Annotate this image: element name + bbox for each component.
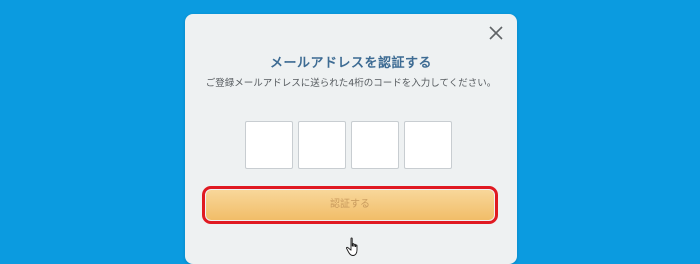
verify-button[interactable]: 認証する xyxy=(206,190,494,220)
close-icon xyxy=(489,26,503,40)
modal-title: メールアドレスを認証する xyxy=(269,56,432,71)
code-input-1[interactable] xyxy=(245,121,293,169)
code-input-group xyxy=(245,121,452,169)
code-input-3[interactable] xyxy=(351,121,399,169)
code-input-2[interactable] xyxy=(298,121,346,169)
close-button[interactable] xyxy=(487,24,505,42)
modal-description: ご登録メールアドレスに送られた4桁のコードを入力してください。 xyxy=(205,78,497,89)
verification-modal: メールアドレスを認証する ご登録メールアドレスに送られた4桁のコードを入力してく… xyxy=(185,14,517,264)
code-input-4[interactable] xyxy=(404,121,452,169)
hand-pointer-icon xyxy=(346,237,358,256)
